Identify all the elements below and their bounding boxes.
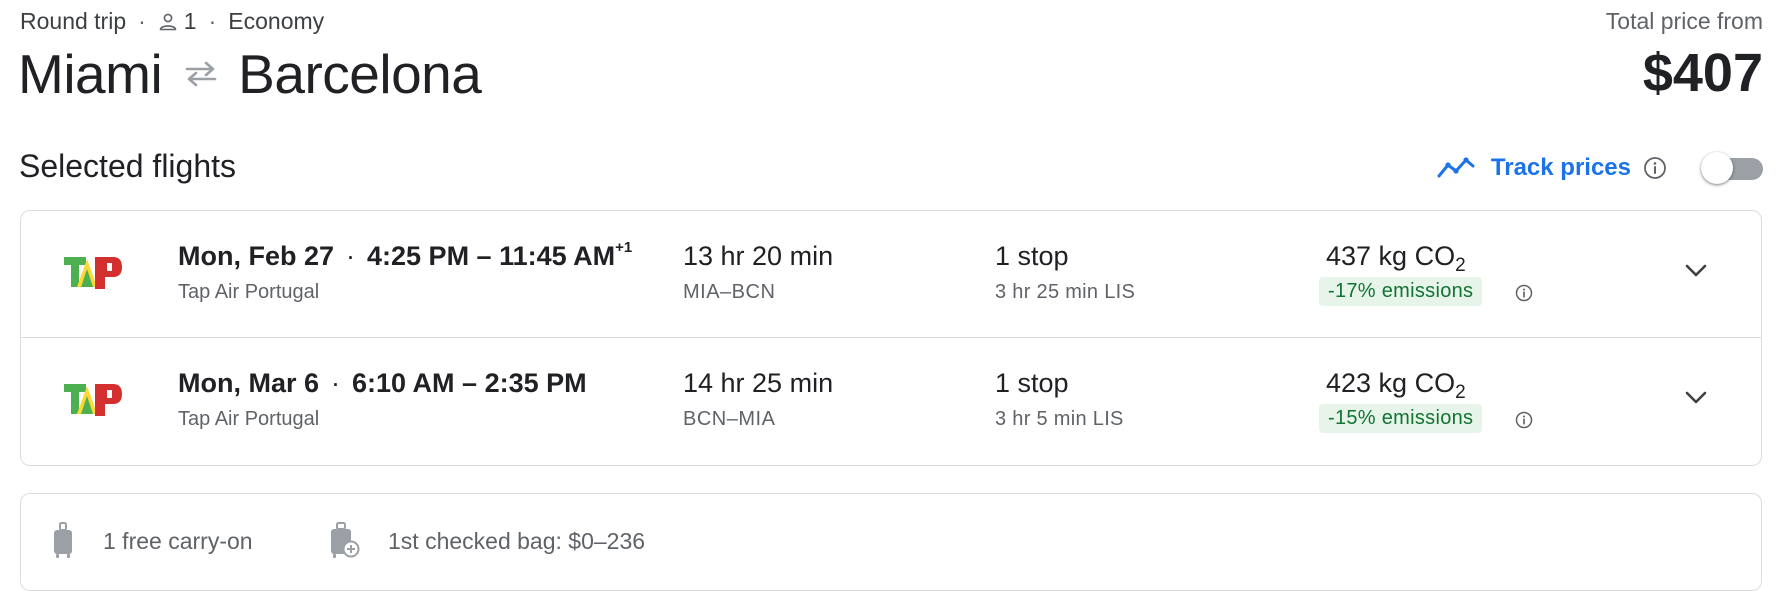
destination-city: Barcelona	[238, 43, 482, 105]
airline-name: Tap Air Portugal	[178, 281, 320, 303]
layover-info: 3 hr 25 min LIS	[995, 281, 1136, 303]
flight-summary-page: Round trip · 1 · Economy Miami Barcelona…	[0, 0, 1780, 602]
layover-info: 3 hr 5 min LIS	[995, 408, 1124, 430]
total-price: $407	[1642, 43, 1763, 103]
co2-subscript: 2	[1455, 382, 1466, 403]
airline-name: Tap Air Portugal	[178, 408, 320, 430]
co2-subscript: 2	[1455, 255, 1466, 276]
stop-count: 1 stop	[995, 241, 1069, 271]
separator-dot: ·	[208, 8, 217, 34]
info-icon[interactable]	[1643, 156, 1667, 180]
person-icon	[158, 12, 178, 32]
swap-arrows-icon	[184, 60, 218, 88]
flight-time-range: 4:25 PM – 11:45 AM	[367, 241, 616, 271]
co2-value: 437 kg CO	[1326, 241, 1456, 271]
trip-type: Round trip	[20, 8, 127, 34]
toggle-knob	[1701, 152, 1733, 184]
chevron-down-icon[interactable]	[1681, 382, 1711, 412]
origin-city: Miami	[18, 43, 163, 105]
checked-bag-item: 1st checked bag: $0–236	[328, 522, 645, 560]
separator-dot: ·	[346, 241, 356, 271]
emissions-badge: -15% emissions	[1319, 404, 1483, 433]
info-icon[interactable]	[1515, 284, 1533, 302]
flight-date: Mon, Feb 27	[178, 241, 335, 271]
day-offset: +1	[615, 239, 633, 256]
chevron-down-icon[interactable]	[1681, 255, 1711, 285]
track-prices-toggle[interactable]	[1701, 152, 1763, 184]
tap-logo-icon	[61, 380, 125, 427]
flight-row[interactable]: Mon, Mar 6 · 6:10 AM – 2:35 PM Tap Air Por…	[21, 338, 1761, 465]
separator-dot: ·	[331, 368, 341, 398]
flight-duration: 13 hr 20 min	[683, 241, 834, 271]
selected-flights-card: Mon, Feb 27 · 4:25 PM – 11:45 AM+1 Tap Air…	[20, 210, 1762, 466]
stop-count: 1 stop	[995, 368, 1069, 398]
carry-on-label: 1 free carry-on	[103, 527, 253, 554]
co2-emissions: 423 kg CO2	[1326, 368, 1466, 403]
separator-dot: ·	[138, 8, 146, 34]
flight-date: Mon, Mar 6	[178, 368, 320, 398]
checked-bag-label: 1st checked bag: $0–236	[388, 527, 646, 554]
checked-bag-icon	[328, 522, 360, 560]
flight-times: Mon, Feb 27 · 4:25 PM – 11:45 AM+1	[178, 239, 633, 272]
section-title: Selected flights	[19, 148, 237, 184]
baggage-card: 1 free carry-on 1st checked bag: $0–236	[20, 493, 1762, 591]
flight-time-range: 6:10 AM – 2:35 PM	[352, 368, 587, 398]
info-icon[interactable]	[1515, 411, 1533, 429]
flight-times: Mon, Mar 6 · 6:10 AM – 2:35 PM	[178, 368, 587, 399]
carry-on-bag-icon	[51, 522, 75, 560]
airport-codes: BCN–MIA	[683, 408, 776, 430]
price-label: Total price from	[1605, 8, 1763, 34]
flight-duration: 14 hr 25 min	[683, 368, 834, 398]
track-prices-label[interactable]: Track prices	[1491, 154, 1631, 182]
co2-value: 423 kg CO	[1326, 368, 1456, 398]
track-prices: Track prices	[1437, 148, 1763, 188]
trend-line-icon	[1437, 156, 1475, 180]
airport-codes: MIA–BCN	[683, 281, 776, 303]
cabin-class: Economy	[228, 8, 325, 34]
route-title: Miami Barcelona	[18, 42, 482, 106]
emissions-badge: -17% emissions	[1319, 277, 1483, 306]
flight-row[interactable]: Mon, Feb 27 · 4:25 PM – 11:45 AM+1 Tap Air…	[21, 211, 1761, 338]
trip-meta: Round trip · 1 · Economy	[20, 8, 324, 35]
co2-emissions: 437 kg CO2	[1326, 241, 1466, 276]
passenger-count: 1	[183, 8, 197, 34]
carry-on-item: 1 free carry-on	[51, 522, 253, 560]
tap-logo-icon	[61, 253, 125, 300]
